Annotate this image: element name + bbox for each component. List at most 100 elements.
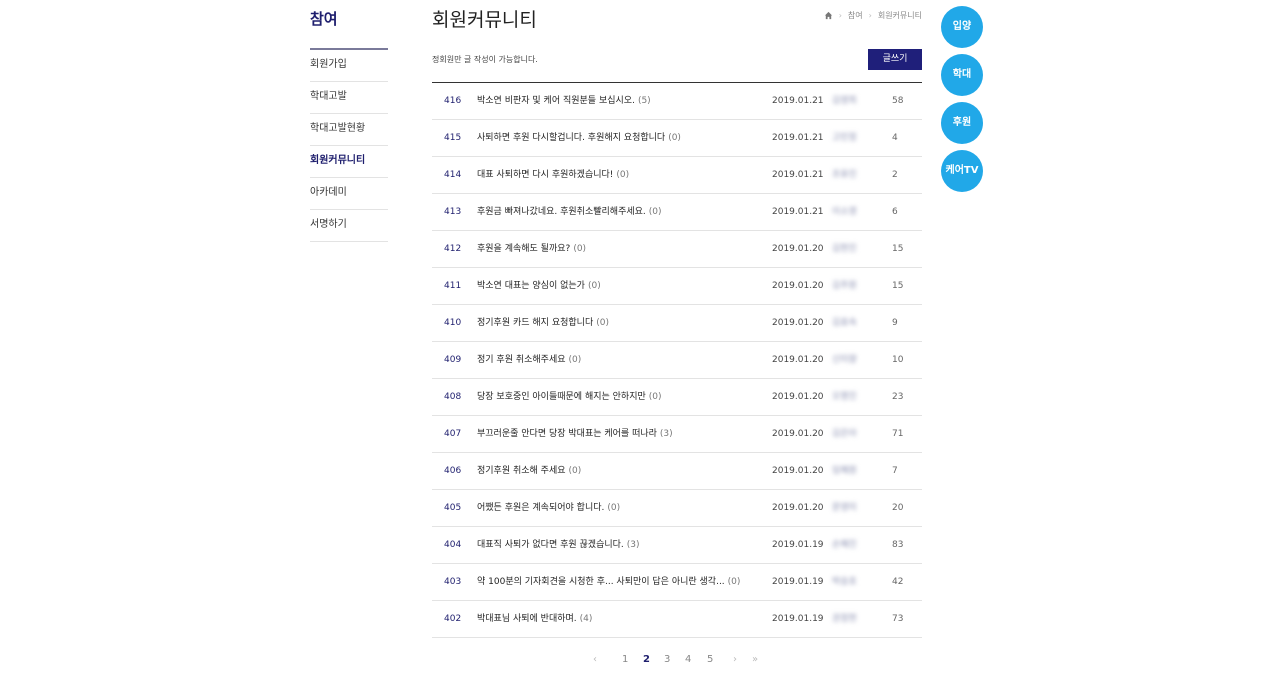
breadcrumb: › 참여 › 회원커뮤니티 — [824, 10, 922, 21]
sidebar-menu: 회원가입 학대고발 학대고발현황 회원커뮤니티 아카데미 서명하기 — [310, 50, 388, 242]
post-number: 410 — [444, 318, 462, 328]
pagination: ‹ 1 2 3 4 5 › » — [590, 654, 770, 668]
table-row[interactable]: 414 대표 사퇴하면 다시 후원하겠습니다! (0) 2019.01.21 조유진 2 — [432, 157, 922, 194]
next-page-button[interactable]: › — [733, 654, 737, 665]
prev-page-button[interactable]: ‹ — [593, 654, 597, 665]
post-date: 2019.01.21 — [772, 96, 824, 106]
post-title-text[interactable]: 박소연 비판자 및 케어 직원분들 보십시오. — [477, 96, 635, 106]
table-row[interactable]: 416 박소연 비판자 및 케어 직원분들 보십시오. (5) 2019.01.21 김… — [432, 83, 922, 120]
breadcrumb-separator: › — [868, 11, 872, 20]
post-title[interactable]: 정기후원 카드 해지 요청합니다 (0) — [477, 305, 609, 341]
post-title[interactable]: 후원을 계속해도 될까요? (0) — [477, 231, 586, 267]
page-link[interactable]: 4 — [685, 654, 691, 665]
post-title-text[interactable]: 사퇴하면 후원 다시할겁니다. 후원해지 요청합니다 — [477, 133, 665, 143]
post-author: 박승호 — [832, 577, 857, 587]
post-date: 2019.01.21 — [772, 170, 824, 180]
sidebar-item[interactable]: 학대고발현황 — [310, 114, 388, 146]
sidebar-item[interactable]: 서명하기 — [310, 210, 388, 242]
table-row[interactable]: 409 정기 후원 취소해주세요 (0) 2019.01.20 신미향 10 — [432, 342, 922, 379]
comment-count: (0) — [568, 355, 582, 365]
sidebar-item[interactable]: 회원가입 — [310, 50, 388, 82]
write-button[interactable]: 글쓰기 — [868, 49, 922, 70]
post-views: 15 — [892, 244, 904, 254]
post-title[interactable]: 어쨌든 후원은 계속되어야 합니다. (0) — [477, 490, 620, 526]
post-title[interactable]: 박소연 비판자 및 케어 직원분들 보십시오. (5) — [477, 83, 651, 119]
post-date: 2019.01.21 — [772, 133, 824, 143]
post-number: 402 — [444, 614, 462, 624]
sidebar-title: 참여 — [310, 10, 338, 28]
post-title-text[interactable]: 후원금 빠져나갔네요. 후원취소빨리해주세요. — [477, 207, 646, 217]
post-title-text[interactable]: 정기 후원 취소해주세요 — [477, 355, 566, 365]
post-author: 김주원 — [832, 281, 857, 291]
post-title-text[interactable]: 정기후원 취소해 주세요 — [477, 466, 566, 476]
post-views: 15 — [892, 281, 904, 291]
fab-adoption-button[interactable]: 입양 — [941, 6, 983, 48]
fab-abuse-button[interactable]: 학대 — [941, 54, 983, 96]
post-title-text[interactable]: 약 100분의 기자회견을 시청한 후... 사퇴만이 답은 아니란 생각... — [477, 577, 725, 587]
post-title[interactable]: 부끄러운줄 안다면 당장 박대표는 케어를 떠나라 (3) — [477, 416, 673, 452]
table-row[interactable]: 404 대표직 사퇴가 없다면 후원 끊겠습니다. (3) 2019.01.19 손혜진… — [432, 527, 922, 564]
post-title[interactable]: 박대표님 사퇴에 반대하며. (4) — [477, 601, 592, 637]
post-views: 2 — [892, 170, 898, 180]
sidebar-item[interactable]: 회원커뮤니티 — [310, 146, 388, 178]
fab-caretv-button[interactable]: 케어TV — [941, 150, 983, 192]
post-title[interactable]: 사퇴하면 후원 다시할겁니다. 후원해지 요청합니다 (0) — [477, 120, 681, 156]
post-title-text[interactable]: 후원을 계속해도 될까요? — [477, 244, 570, 254]
page-link-current[interactable]: 2 — [643, 654, 650, 665]
post-date: 2019.01.20 — [772, 429, 824, 439]
post-title-text[interactable]: 정기후원 카드 해지 요청합니다 — [477, 318, 593, 328]
post-title[interactable]: 후원금 빠져나갔네요. 후원취소빨리해주세요. (0) — [477, 194, 662, 230]
breadcrumb-item-community[interactable]: 회원커뮤니티 — [878, 10, 922, 21]
table-row[interactable]: 415 사퇴하면 후원 다시할겁니다. 후원해지 요청합니다 (0) 2019.01.… — [432, 120, 922, 157]
page-link[interactable]: 3 — [664, 654, 670, 665]
comment-count: (0) — [668, 133, 681, 143]
last-page-button[interactable]: » — [752, 654, 758, 665]
post-number: 409 — [444, 355, 462, 365]
post-title[interactable]: 정기후원 취소해 주세요 (0) — [477, 453, 581, 489]
post-title[interactable]: 대표 사퇴하면 다시 후원하겠습니다! (0) — [477, 157, 629, 193]
table-row[interactable]: 402 박대표님 사퇴에 반대하며. (4) 2019.01.19 권정현 73 — [432, 601, 922, 638]
table-row[interactable]: 410 정기후원 카드 해지 요청합니다 (0) 2019.01.20 김효숙 9 — [432, 305, 922, 342]
sidebar-item[interactable]: 학대고발 — [310, 82, 388, 114]
page-link[interactable]: 5 — [707, 654, 713, 665]
post-list: 416 박소연 비판자 및 케어 직원분들 보십시오. (5) 2019.01.21 김… — [432, 82, 922, 638]
post-date: 2019.01.21 — [772, 207, 824, 217]
post-title-text[interactable]: 대표 사퇴하면 다시 후원하겠습니다! — [477, 170, 613, 180]
table-row[interactable]: 406 정기후원 취소해 주세요 (0) 2019.01.20 임혜원 7 — [432, 453, 922, 490]
post-number: 406 — [444, 466, 462, 476]
post-title[interactable]: 당장 보호중인 아이들때문에 해지는 안하지만 (0) — [477, 379, 662, 415]
table-row[interactable]: 403 약 100분의 기자회견을 시청한 후... 사퇴만이 답은 아니란 생각… — [432, 564, 922, 601]
post-views: 6 — [892, 207, 898, 217]
post-date: 2019.01.20 — [772, 281, 824, 291]
home-icon[interactable] — [824, 11, 833, 20]
post-title[interactable]: 대표직 사퇴가 없다면 후원 끊겠습니다. (3) — [477, 527, 640, 563]
sidebar-item[interactable]: 아카데미 — [310, 178, 388, 210]
post-number: 404 — [444, 540, 462, 550]
post-date: 2019.01.19 — [772, 577, 824, 587]
table-row[interactable]: 405 어쨌든 후원은 계속되어야 합니다. (0) 2019.01.20 문영미 20 — [432, 490, 922, 527]
table-row[interactable]: 412 후원을 계속해도 될까요? (0) 2019.01.20 김현진 15 — [432, 231, 922, 268]
post-title-text[interactable]: 박대표님 사퇴에 반대하며. — [477, 614, 577, 624]
post-title[interactable]: 정기 후원 취소해주세요 (0) — [477, 342, 581, 378]
table-row[interactable]: 408 당장 보호중인 아이들때문에 해지는 안하지만 (0) 2019.01.20 오… — [432, 379, 922, 416]
table-row[interactable]: 411 박소연 대표는 양심이 없는가 (0) 2019.01.20 김주원 15 — [432, 268, 922, 305]
post-views: 23 — [892, 392, 904, 402]
post-title[interactable]: 약 100분의 기자회견을 시청한 후... 사퇴만이 답은 아니란 생각...… — [477, 564, 740, 600]
table-row[interactable]: 413 후원금 빠져나갔네요. 후원취소빨리해주세요. (0) 2019.01.21 이… — [432, 194, 922, 231]
post-title-text[interactable]: 부끄러운줄 안다면 당장 박대표는 케어를 떠나라 — [477, 429, 657, 439]
post-title-text[interactable]: 당장 보호중인 아이들때문에 해지는 안하지만 — [477, 392, 646, 402]
post-title-text[interactable]: 어쨌든 후원은 계속되어야 합니다. — [477, 503, 604, 513]
post-title[interactable]: 박소연 대표는 양심이 없는가 (0) — [477, 268, 601, 304]
post-date: 2019.01.20 — [772, 503, 824, 513]
post-title-text[interactable]: 박소연 대표는 양심이 없는가 — [477, 281, 585, 291]
post-views: 7 — [892, 466, 898, 476]
post-author: 신미향 — [832, 355, 857, 365]
post-title-text[interactable]: 대표직 사퇴가 없다면 후원 끊겠습니다. — [477, 540, 624, 550]
page-link[interactable]: 1 — [622, 654, 628, 665]
table-row[interactable]: 407 부끄러운줄 안다면 당장 박대표는 케어를 떠나라 (3) 2019.01.2… — [432, 416, 922, 453]
breadcrumb-item-participate[interactable]: 참여 — [848, 10, 863, 21]
fab-donate-button[interactable]: 후원 — [941, 102, 983, 144]
post-author: 고민정 — [832, 133, 857, 143]
post-number: 415 — [444, 133, 462, 143]
post-views: 58 — [892, 96, 904, 106]
